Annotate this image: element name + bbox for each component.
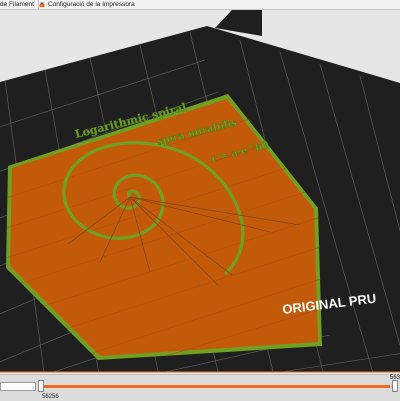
- layer-slider-bar: 56256 563: [0, 374, 400, 401]
- layer-low-label: 56256: [42, 394, 59, 400]
- tab-printer-label: Configuració de la Impressora: [48, 1, 135, 8]
- layer-value-field[interactable]: [0, 382, 36, 391]
- layer-slider-low-handle[interactable]: [38, 380, 44, 392]
- layer-slider-track[interactable]: [42, 385, 394, 388]
- tab-filament-settings[interactable]: de Filament: [0, 0, 39, 9]
- layer-slider-fill: [42, 385, 391, 388]
- print-bed-scene: Logarithmic spiral spira mirabilis r = a…: [0, 10, 400, 373]
- printer-settings-icon: [39, 2, 45, 7]
- 3d-viewport[interactable]: Logarithmic spiral spira mirabilis r = a…: [0, 10, 400, 374]
- tab-filament-label: de Filament: [0, 1, 34, 8]
- layer-high-label: 563: [389, 375, 400, 381]
- layer-slider-high-handle[interactable]: [392, 380, 398, 392]
- tab-printer-settings[interactable]: Configuració de la Impressora: [37, 0, 135, 9]
- tab-bar: de Filament Configuració de la Impressor…: [0, 0, 400, 10]
